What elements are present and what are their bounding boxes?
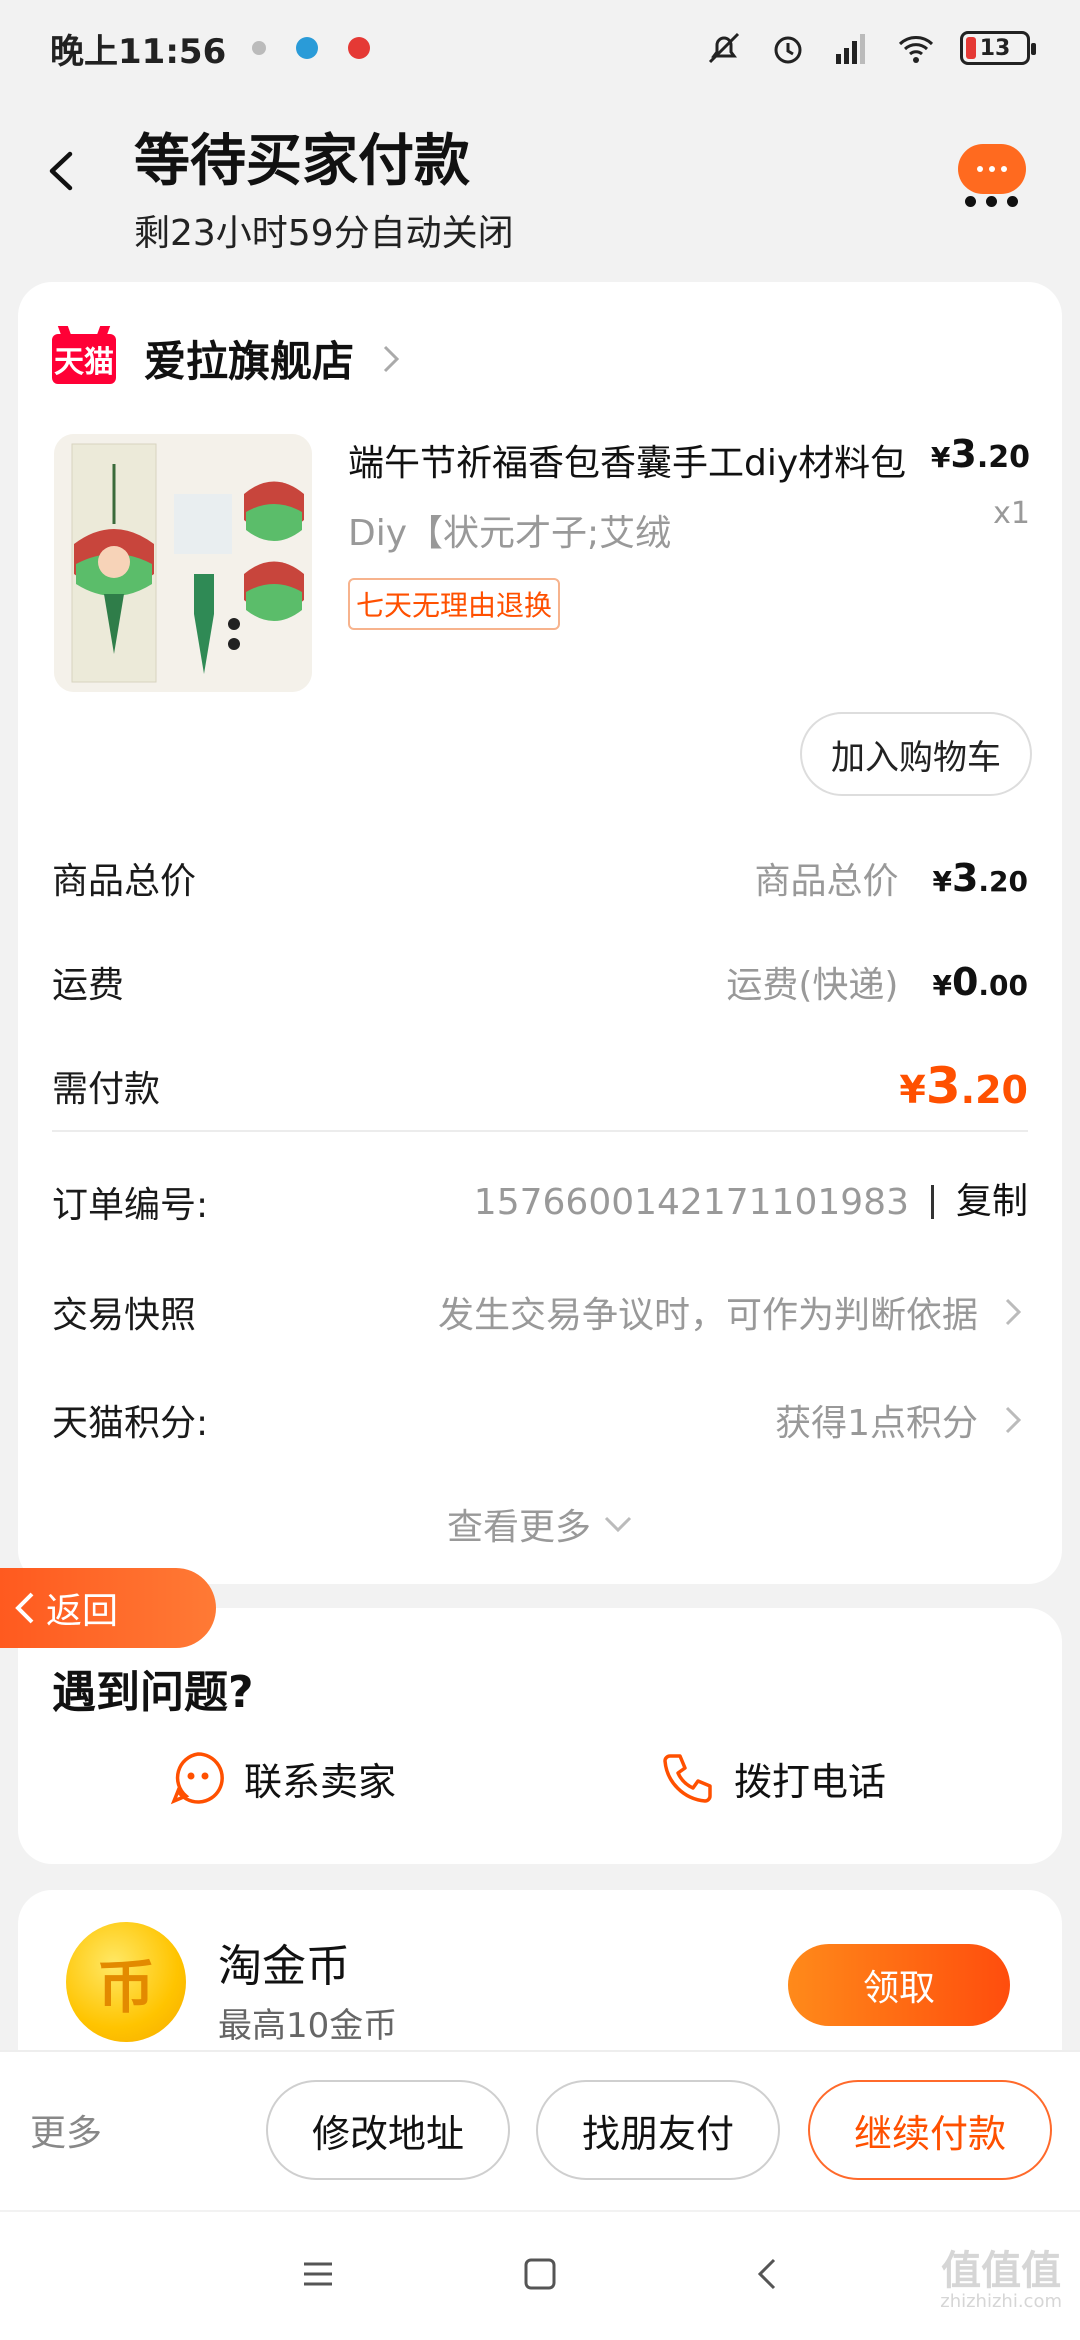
coin-subtitle: 最高10金币 (218, 2006, 398, 2046)
points-row[interactable]: 天猫积分: 获得1点积分 (52, 1390, 1028, 1450)
floating-return-button[interactable]: 返回 (0, 1568, 216, 1648)
see-more-label: 查看更多 (446, 1507, 591, 1548)
goods-total-amount: ¥3.20 (932, 856, 1028, 900)
watermark: 值值值 zhizhizhi.com (940, 2248, 1062, 2312)
chevron-right-icon (1005, 1298, 1022, 1326)
order-card: 天猫 爱拉旗舰店 端午节祈福香包香囊手工diy材料包 Diy【状元才子;艾绒 七… (18, 282, 1062, 1584)
message-bubble-icon (958, 144, 1026, 194)
coin-title: 淘金币 (218, 1941, 350, 1992)
system-nav-bar: 值值值 zhizhizhi.com (0, 2212, 1080, 2340)
points-label: 天猫积分: (52, 1403, 209, 1444)
alarm-icon (774, 36, 802, 64)
call-button[interactable]: 拨打电话 (658, 1748, 886, 1808)
return-policy-tag: 七天无理由退换 (348, 578, 561, 630)
notification-app-icon (296, 37, 319, 59)
chevron-right-icon (1005, 1406, 1022, 1434)
product-quantity: x1 (993, 496, 1030, 531)
notification-app-icon (348, 37, 371, 59)
page-title: 等待买家付款 (134, 129, 470, 194)
continue-pay-button[interactable]: 继续付款 (808, 2080, 1052, 2180)
gold-coin-icon: 币 (66, 1922, 186, 2042)
divider (52, 1130, 1028, 1132)
product-title[interactable]: 端午节祈福香包香囊手工diy材料包 (348, 434, 908, 486)
battery-icon: 13 (960, 31, 1036, 65)
more-actions-link[interactable]: 更多 (30, 2104, 102, 2156)
shipping-label: 运费 (52, 965, 125, 1006)
copy-order-number-button[interactable]: 复制 (930, 1184, 1028, 1220)
modify-address-button[interactable]: 修改地址 (266, 2080, 510, 2180)
chevron-left-icon (15, 1592, 34, 1624)
store-name: 爱拉旗舰店 (144, 337, 355, 386)
product-sku: Diy【状元才子;艾绒 (348, 513, 672, 554)
recent-apps-icon[interactable] (296, 2252, 340, 2296)
points-value: 获得1点积分 (775, 1403, 978, 1444)
snapshot-row[interactable]: 交易快照 发生交易争议时，可作为判断依据 (52, 1282, 1028, 1342)
battery-level: 13 (979, 35, 1011, 61)
floating-return-label: 返回 (46, 1591, 119, 1632)
wifi-icon (898, 36, 934, 63)
snapshot-value: 发生交易争议时，可作为判断依据 (437, 1295, 978, 1336)
contact-seller-label: 联系卖家 (244, 1759, 397, 1804)
goods-total-row: 商品总价 商品总价 ¥3.20 (52, 848, 1028, 908)
home-icon[interactable] (518, 2252, 562, 2296)
order-number-row: 订单编号: 1576600142171101983 复制 (52, 1172, 1028, 1232)
amount-due-value: ¥3.20 (899, 1057, 1028, 1115)
see-more-button[interactable]: 查看更多 (18, 1498, 1062, 1550)
more-menu-button[interactable] (958, 120, 1054, 210)
chevron-right-icon (383, 345, 400, 372)
more-dots-icon (965, 196, 1018, 207)
countdown-text: 剩23小时59分自动关闭 (134, 213, 514, 254)
friend-pay-button[interactable]: 找朋友付 (536, 2080, 780, 2180)
status-time: 晚上11:56 (50, 31, 227, 72)
snapshot-label: 交易快照 (52, 1295, 197, 1336)
goods-total-label: 商品总价 (52, 861, 197, 902)
chat-face-icon (170, 1752, 224, 1805)
help-title: 遇到问题? (52, 1667, 254, 1718)
shipping-desc: 运费(快递) (726, 965, 899, 1006)
back-arrow-icon[interactable] (40, 148, 86, 194)
claim-coin-button[interactable]: 领取 (788, 1944, 1010, 2026)
amount-due-row: 需付款 ¥3.20 (52, 1056, 1028, 1116)
add-to-cart-button[interactable]: 加入购物车 (800, 712, 1032, 796)
amount-due-label: 需付款 (52, 1069, 161, 1110)
phone-icon (663, 1754, 712, 1803)
order-number-value: 1576600142171101983 (473, 1181, 909, 1223)
notification-app-icon (252, 41, 267, 55)
status-bar: 晚上11:56 13 (0, 0, 1080, 96)
product-price: ¥3.20 (930, 432, 1030, 476)
store-link[interactable]: 天猫 爱拉旗舰店 (52, 328, 406, 389)
shipping-row: 运费 运费(快递) ¥0.00 (52, 952, 1028, 1012)
page-header: 等待买家付款 剩23小时59分自动关闭 (0, 100, 1080, 270)
signal-icon (836, 34, 865, 64)
contact-seller-button[interactable]: 联系卖家 (168, 1748, 396, 1808)
product-image[interactable] (54, 434, 312, 692)
goods-total-desc: 商品总价 (754, 861, 899, 902)
back-icon[interactable] (746, 2252, 790, 2296)
shipping-amount: ¥0.00 (932, 960, 1028, 1004)
mute-icon (708, 32, 740, 64)
order-number-label: 订单编号: (52, 1185, 209, 1226)
chevron-down-icon (604, 1516, 632, 1533)
tmall-logo: 天猫 (52, 333, 116, 384)
bottom-action-bar: 更多 修改地址 找朋友付 继续付款 (0, 2050, 1080, 2210)
call-label: 拨打电话 (734, 1759, 887, 1804)
